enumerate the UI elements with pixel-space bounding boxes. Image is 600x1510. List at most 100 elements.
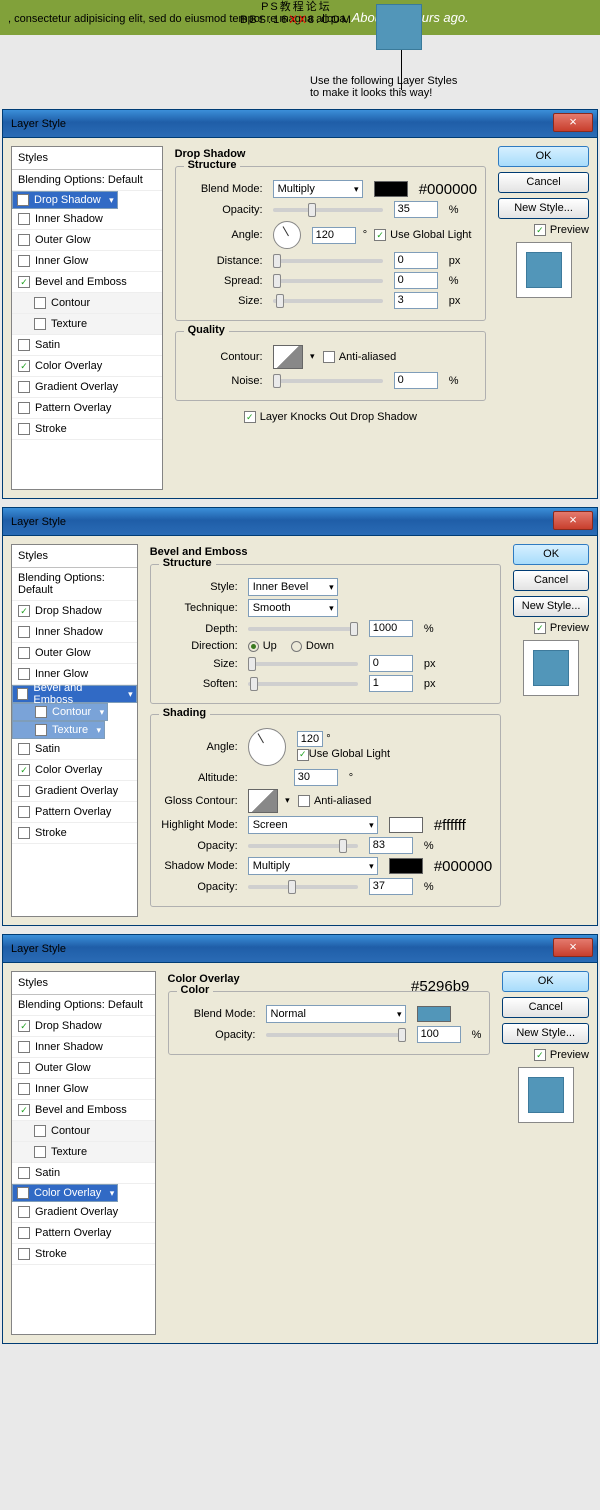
direction-down-radio[interactable] (291, 641, 302, 652)
highlight-opacity-slider[interactable] (248, 844, 358, 848)
soften-slider[interactable] (248, 682, 358, 686)
style-contour[interactable]: Contour (12, 1121, 155, 1142)
global-light-checkbox[interactable]: ✓ (374, 229, 386, 241)
highlight-opacity-input[interactable]: 83 (369, 837, 413, 854)
opacity-input[interactable]: 35 (394, 201, 438, 218)
style-texture[interactable]: Texture (12, 314, 162, 335)
style-outer-glow[interactable]: Outer Glow (12, 1058, 155, 1079)
shadow-opacity-input[interactable]: 37 (369, 878, 413, 895)
new-style-button[interactable]: New Style... (513, 596, 589, 617)
style-gradient-overlay[interactable]: Gradient Overlay (12, 377, 162, 398)
dialog-titlebar[interactable]: Layer Style × (3, 110, 597, 138)
style-pattern-overlay[interactable]: Pattern Overlay (12, 802, 137, 823)
size-slider[interactable] (273, 299, 383, 303)
highlight-color-swatch[interactable] (389, 817, 423, 833)
spread-input[interactable]: 0 (394, 272, 438, 289)
style-inner-shadow[interactable]: Inner Shadow (12, 622, 137, 643)
style-gradient-overlay[interactable]: Gradient Overlay (12, 781, 137, 802)
style-bevel-emboss[interactable]: ✓Bevel and Emboss (12, 685, 137, 703)
technique-select[interactable]: Smooth (248, 599, 338, 617)
cancel-button[interactable]: Cancel (498, 172, 589, 193)
distance-input[interactable]: 0 (394, 252, 438, 269)
dialog-titlebar[interactable]: Layer Style× (3, 508, 597, 536)
spread-slider[interactable] (273, 279, 383, 283)
cancel-button[interactable]: Cancel (513, 570, 589, 591)
blending-options[interactable]: Blending Options: Default (12, 170, 162, 191)
highlight-mode-select[interactable]: Screen (248, 816, 378, 834)
style-gradient-overlay[interactable]: Gradient Overlay (12, 1202, 155, 1223)
style-stroke[interactable]: Stroke (12, 823, 137, 844)
depth-input[interactable]: 1000 (369, 620, 413, 637)
shadow-color-swatch[interactable] (389, 858, 423, 874)
style-pattern-overlay[interactable]: Pattern Overlay (12, 398, 162, 419)
style-select[interactable]: Inner Bevel (248, 578, 338, 596)
shadow-opacity-slider[interactable] (248, 885, 358, 889)
style-color-overlay[interactable]: ✓Color Overlay (12, 760, 137, 781)
style-pattern-overlay[interactable]: Pattern Overlay (12, 1223, 155, 1244)
style-color-overlay[interactable]: ✓Color Overlay (12, 1184, 118, 1202)
style-drop-shadow[interactable]: ✓Drop Shadow (12, 191, 118, 209)
contour-picker[interactable] (273, 345, 303, 369)
style-inner-glow[interactable]: Inner Glow (12, 1079, 155, 1100)
size-input[interactable]: 0 (369, 655, 413, 672)
size-slider[interactable] (248, 662, 358, 666)
close-button[interactable]: × (553, 938, 593, 957)
style-outer-glow[interactable]: Outer Glow (12, 230, 162, 251)
style-inner-glow[interactable]: Inner Glow (12, 251, 162, 272)
style-drop-shadow[interactable]: ✓Drop Shadow (12, 601, 137, 622)
angle-dial[interactable] (248, 728, 286, 766)
preview-checkbox[interactable]: ✓ (534, 622, 546, 634)
close-button[interactable]: × (553, 511, 593, 530)
angle-input[interactable]: 120 (297, 731, 323, 747)
cancel-button[interactable]: Cancel (502, 997, 589, 1018)
antialiased-checkbox[interactable] (323, 351, 335, 363)
blend-mode-select[interactable]: Multiply (273, 180, 363, 198)
style-outer-glow[interactable]: Outer Glow (12, 643, 137, 664)
style-stroke[interactable]: Stroke (12, 1244, 155, 1265)
noise-slider[interactable] (273, 379, 383, 383)
preview-checkbox[interactable]: ✓ (534, 1049, 546, 1061)
close-button[interactable]: × (553, 113, 593, 132)
overlay-color-swatch[interactable] (417, 1006, 451, 1022)
antialiased-checkbox[interactable] (298, 795, 310, 807)
new-style-button[interactable]: New Style... (502, 1023, 589, 1044)
blend-mode-select[interactable]: Normal (266, 1005, 406, 1023)
altitude-input[interactable]: 30 (294, 769, 338, 786)
depth-slider[interactable] (248, 627, 358, 631)
shadow-color-swatch[interactable] (374, 181, 408, 197)
angle-dial[interactable] (273, 221, 301, 249)
size-input[interactable]: 3 (394, 292, 438, 309)
opacity-slider[interactable] (266, 1033, 406, 1037)
knock-out-checkbox[interactable]: ✓ (244, 411, 256, 423)
preview-checkbox[interactable]: ✓ (534, 224, 546, 236)
ok-button[interactable]: OK (513, 544, 589, 565)
style-contour[interactable]: Contour (12, 703, 108, 721)
style-stroke[interactable]: Stroke (12, 419, 162, 440)
style-bevel-emboss[interactable]: ✓Bevel and Emboss (12, 1100, 155, 1121)
style-contour[interactable]: Contour (12, 293, 162, 314)
gloss-contour-picker[interactable] (248, 789, 278, 813)
new-style-button[interactable]: New Style... (498, 198, 589, 219)
global-light-checkbox[interactable]: ✓ (297, 749, 309, 761)
soften-input[interactable]: 1 (369, 675, 413, 692)
ok-button[interactable]: OK (502, 971, 589, 992)
style-satin[interactable]: Satin (12, 1163, 155, 1184)
opacity-input[interactable]: 100 (417, 1026, 461, 1043)
distance-slider[interactable] (273, 259, 383, 263)
style-satin[interactable]: Satin (12, 739, 137, 760)
shadow-mode-select[interactable]: Multiply (248, 857, 378, 875)
style-bevel-emboss[interactable]: ✓Bevel and Emboss (12, 272, 162, 293)
style-satin[interactable]: Satin (12, 335, 162, 356)
direction-up-radio[interactable] (248, 641, 259, 652)
style-inner-shadow[interactable]: Inner Shadow (12, 1037, 155, 1058)
dialog-titlebar[interactable]: Layer Style× (3, 935, 597, 963)
style-inner-shadow[interactable]: Inner Shadow (12, 209, 162, 230)
styles-header[interactable]: Styles (12, 147, 162, 170)
angle-input[interactable]: 120 (312, 227, 356, 244)
opacity-slider[interactable] (273, 208, 383, 212)
style-color-overlay[interactable]: ✓Color Overlay (12, 356, 162, 377)
style-texture[interactable]: Texture (12, 721, 105, 739)
style-texture[interactable]: Texture (12, 1142, 155, 1163)
noise-input[interactable]: 0 (394, 372, 438, 389)
style-drop-shadow[interactable]: ✓Drop Shadow (12, 1016, 155, 1037)
